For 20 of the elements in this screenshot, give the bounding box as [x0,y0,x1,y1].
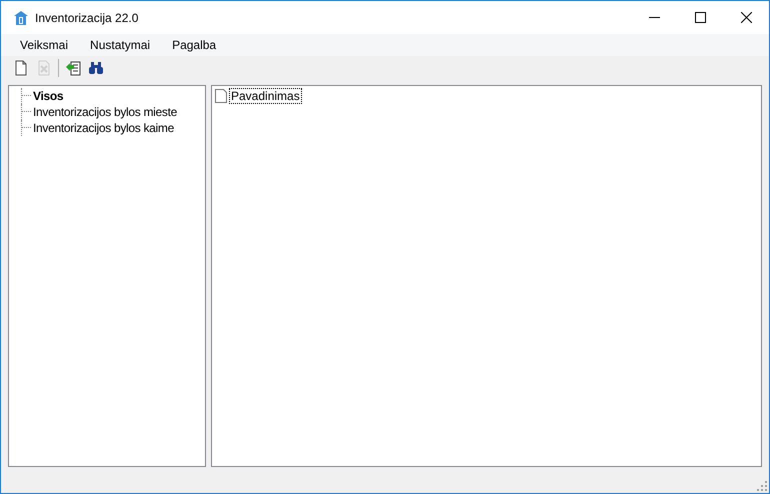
close-icon [740,12,752,23]
tree-item[interactable]: Inventorizacijos bylos mieste [33,105,178,119]
window-title: Inventorizacija 22.0 [35,10,138,26]
import-icon [65,60,81,76]
menu-item[interactable]: Veiksmai [9,36,80,54]
minimize-icon [648,17,660,18]
menu-item[interactable]: Nustatymai [79,36,162,54]
binoculars-button[interactable] [87,59,105,77]
maximize-icon [694,12,706,23]
new-document-icon [13,60,29,76]
app-icon [13,10,29,26]
delete-document-icon [36,60,52,76]
resize-grip-icon [757,481,767,491]
binoculars-icon [88,60,104,76]
tree-item[interactable]: Inventorizacijos bylos kaime [33,121,174,135]
document-icon [215,89,227,103]
import-button[interactable] [64,59,82,77]
list-item[interactable]: Pavadinimas [229,88,302,104]
menu-item[interactable]: Pagalba [161,36,228,54]
tree-item[interactable]: Visos [33,89,64,103]
